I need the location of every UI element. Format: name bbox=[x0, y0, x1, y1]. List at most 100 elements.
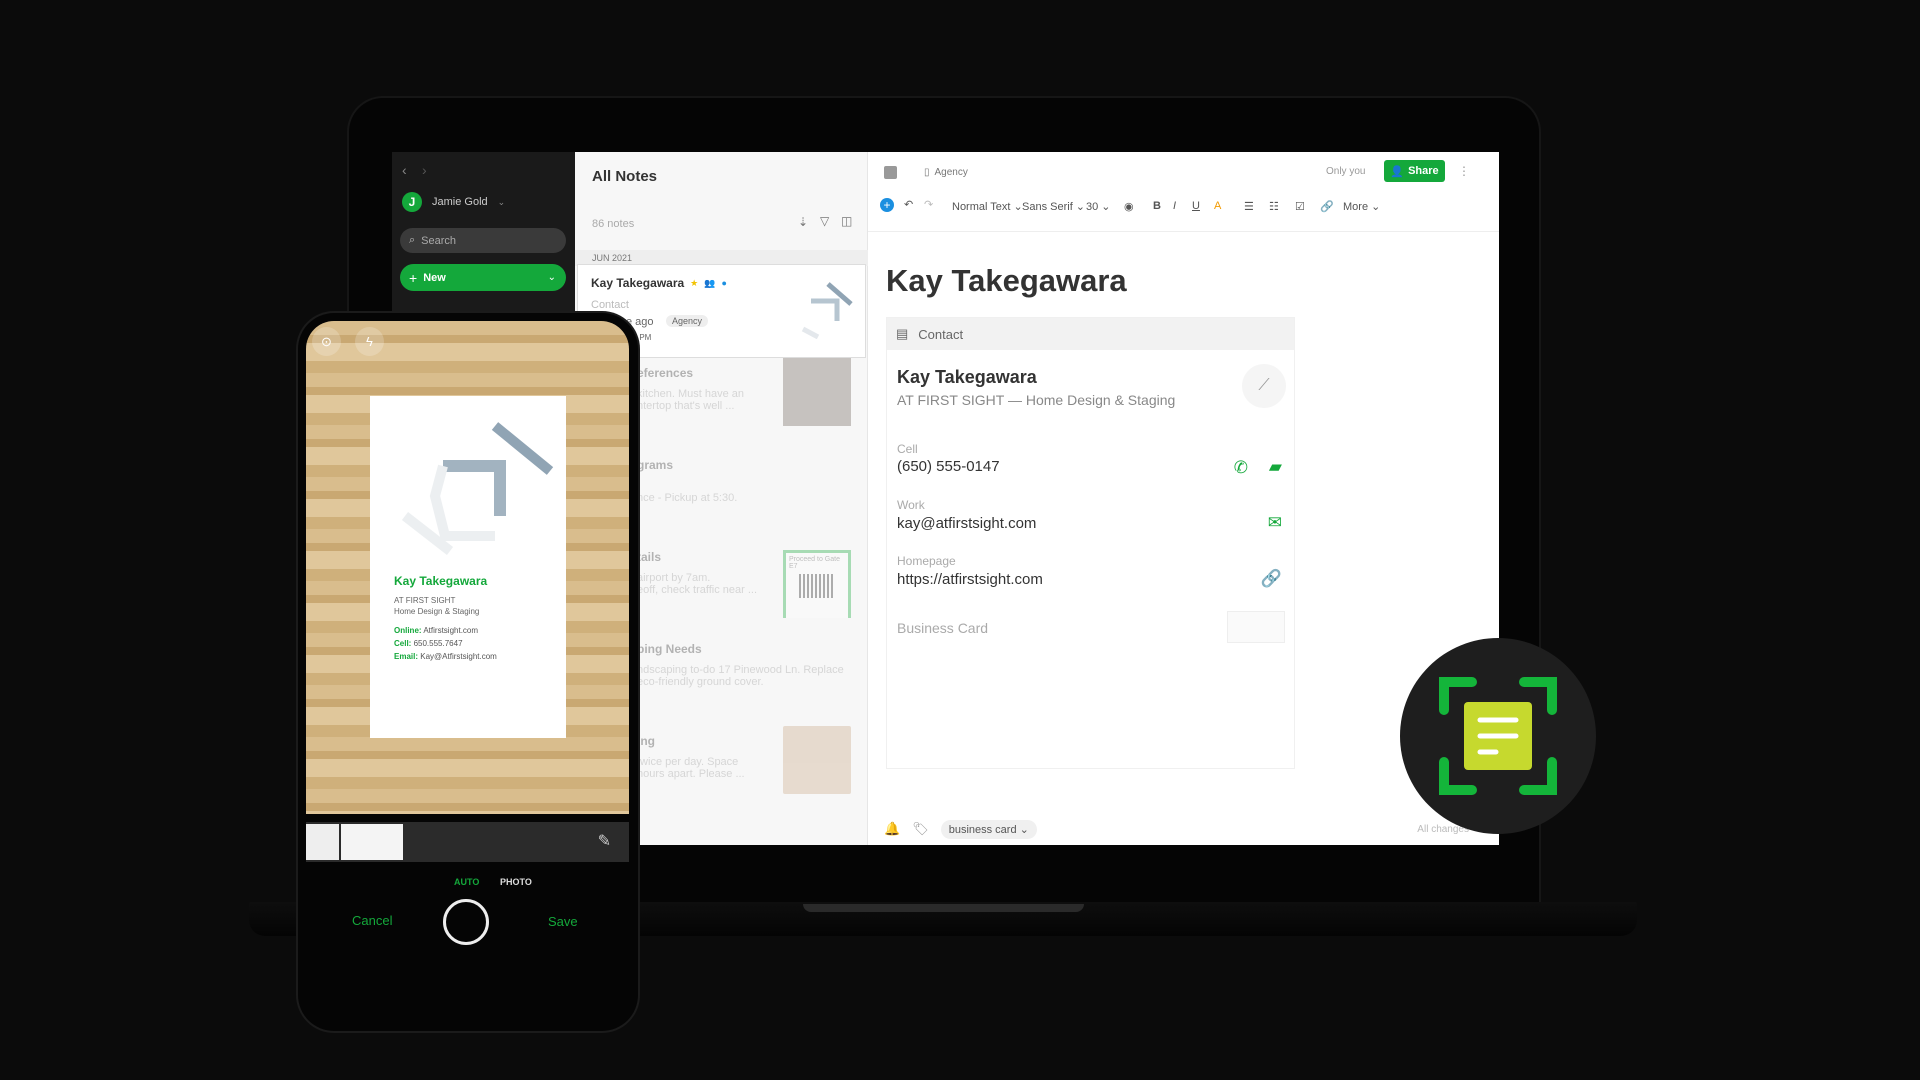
note-item[interactable]: tails airport by 7am. eoff, check traffic … bbox=[637, 550, 757, 596]
notebook-breadcrumb[interactable]: ▯ Agency bbox=[924, 167, 968, 178]
cell-value[interactable]: (650) 555-0147 bbox=[897, 458, 1000, 475]
qr-code bbox=[799, 574, 835, 598]
card-tagline: Home Design & Staging bbox=[394, 607, 480, 616]
note-snippet: ndscaping to-do 17 Pinewood Ln. Replace bbox=[637, 664, 844, 676]
flash-off-icon[interactable]: ϟ bbox=[355, 327, 384, 356]
highlight-icon[interactable]: A bbox=[1214, 200, 1221, 212]
homepage-label: Homepage bbox=[897, 554, 956, 568]
new-label: New bbox=[423, 271, 446, 284]
contact-card-icon: ▤ bbox=[896, 326, 909, 341]
user-name: Jamie Gold bbox=[432, 196, 488, 208]
message-icon[interactable]: ▰ bbox=[1269, 457, 1282, 477]
note-title: ping Needs bbox=[637, 642, 702, 656]
mode-auto[interactable]: AUTO bbox=[454, 877, 479, 887]
link-icon[interactable]: 🔗 bbox=[1261, 569, 1282, 589]
back-icon[interactable]: ‹ bbox=[402, 162, 407, 178]
search-input[interactable]: ⌕ Search bbox=[400, 228, 566, 253]
note-snippet: Contact bbox=[591, 299, 629, 311]
undo-icon[interactable]: ↶ bbox=[904, 198, 913, 211]
text-style-dropdown[interactable]: Normal Text ⌄ bbox=[952, 200, 1023, 213]
contact-company: AT FIRST SIGHT — Home Design & Staging bbox=[897, 392, 1176, 408]
shutter-button[interactable] bbox=[443, 899, 489, 945]
contact-name: Kay Takegawara bbox=[897, 367, 1037, 387]
sort-icon[interactable]: ⇣ bbox=[798, 215, 808, 229]
phone: ⊙ ϟ Kay Takegawara AT FIRST SIGHT Home D… bbox=[298, 313, 638, 1031]
note-snippet: kitchen. Must have an bbox=[637, 388, 745, 400]
share-label: Share bbox=[1408, 165, 1439, 177]
share-button[interactable]: 👤 Share bbox=[1384, 160, 1445, 182]
note-item[interactable]: grams nce - Pickup at 5:30. bbox=[637, 458, 737, 504]
expand-icon[interactable] bbox=[884, 166, 897, 179]
boarding-pass-thumbnail: Proceed to Gate E7 bbox=[783, 550, 851, 618]
notebook-name: Agency bbox=[934, 167, 968, 178]
email-icon[interactable]: ✉ bbox=[1268, 513, 1282, 533]
note-tag[interactable]: Agency bbox=[666, 315, 709, 327]
work-label: Work bbox=[897, 498, 925, 512]
note-title: Kay Takegawara bbox=[591, 276, 685, 290]
search-placeholder: Search bbox=[421, 234, 457, 247]
scan-feature-badge bbox=[1400, 638, 1596, 834]
note-item[interactable]: eferences kitchen. Must have an ntertop th… bbox=[637, 366, 744, 412]
note-snippet: eco-friendly ground cover. bbox=[637, 676, 764, 688]
edit-icon[interactable]: ✎ bbox=[598, 831, 611, 851]
italic-icon[interactable]: I bbox=[1173, 200, 1176, 212]
camera-switch-icon[interactable]: ⊙ bbox=[312, 327, 341, 356]
font-size-dropdown[interactable]: 30 ⌄ bbox=[1086, 200, 1111, 213]
note-title: grams bbox=[637, 458, 674, 472]
work-value[interactable]: kay@atfirstsight.com bbox=[897, 515, 1036, 532]
new-button[interactable]: + New ⌄ bbox=[400, 264, 566, 291]
note-snippet: hours apart. Please ... bbox=[637, 768, 745, 780]
link-icon[interactable]: 🔗 bbox=[1320, 200, 1334, 213]
numbered-list-icon[interactable]: ☷ bbox=[1269, 200, 1279, 213]
tag-chip[interactable]: business card ⌄ bbox=[940, 819, 1037, 839]
redo-icon[interactable]: ↷ bbox=[924, 198, 933, 211]
business-card-thumbnail[interactable] bbox=[1227, 611, 1285, 643]
note-item[interactable]: ing twice per day. Space hours apart. Plea… bbox=[637, 734, 745, 780]
account-switcher[interactable]: J Jamie Gold ⌄ bbox=[402, 192, 505, 212]
card-company: AT FIRST SIGHT bbox=[394, 596, 456, 605]
laptop-notch bbox=[803, 904, 1084, 912]
chevron-down-icon: ⌄ bbox=[497, 196, 506, 207]
font-size-value: 30 bbox=[1086, 201, 1099, 213]
scan-thumbnail[interactable] bbox=[306, 824, 339, 860]
underline-icon[interactable]: U bbox=[1192, 200, 1200, 212]
business-card-label: Business Card bbox=[897, 620, 989, 636]
camera-viewfinder: ⊙ ϟ Kay Takegawara AT FIRST SIGHT Home D… bbox=[306, 321, 629, 814]
save-button[interactable]: Save bbox=[548, 914, 578, 929]
contact-card: ▤ Contact Kay Takegawara AT FIRST SIGHT —… bbox=[886, 317, 1295, 769]
scan-thumbnail[interactable] bbox=[341, 824, 403, 860]
note-count: 86 notes bbox=[592, 218, 635, 230]
tag-label: business card bbox=[948, 823, 1017, 836]
shared-icon: 👥 bbox=[704, 277, 716, 288]
note-title[interactable]: Kay Takegawara bbox=[886, 263, 1127, 299]
chevron-down-icon[interactable]: ⌄ bbox=[548, 272, 556, 283]
note-snippet: airport by 7am. bbox=[637, 572, 711, 584]
note-title: ing bbox=[637, 734, 655, 748]
search-icon: ⌕ bbox=[409, 234, 416, 246]
dog-thumbnail bbox=[783, 726, 851, 794]
forward-icon[interactable]: › bbox=[422, 162, 427, 178]
homepage-value[interactable]: https://atfirstsight.com bbox=[897, 571, 1043, 588]
note-title: eferences bbox=[637, 366, 694, 380]
sharing-status: Only you bbox=[1326, 166, 1366, 177]
reminder-icon[interactable]: 🔔 bbox=[884, 821, 900, 837]
bullet-list-icon[interactable]: ☰ bbox=[1244, 200, 1254, 213]
view-icon[interactable]: ◫ bbox=[841, 214, 852, 228]
checklist-icon[interactable]: ☑ bbox=[1295, 200, 1305, 213]
insert-icon[interactable]: + bbox=[880, 198, 894, 212]
font-dropdown[interactable]: Sans Serif ⌄ bbox=[1022, 200, 1085, 213]
cancel-button[interactable]: Cancel bbox=[352, 913, 392, 928]
more-label: More bbox=[1343, 201, 1369, 213]
more-options-icon[interactable]: ⋮ bbox=[1458, 164, 1470, 178]
phone-call-icon[interactable]: ✆ bbox=[1234, 458, 1248, 478]
qr-caption: Proceed to Gate E7 bbox=[789, 556, 840, 570]
note-item[interactable]: ping Needs ndscaping to-do 17 Pinewood Ln… bbox=[637, 642, 844, 688]
add-tag-icon[interactable]: 🏷 bbox=[912, 821, 929, 837]
contact-header-label: Contact bbox=[918, 326, 964, 342]
more-dropdown[interactable]: More ⌄ bbox=[1343, 200, 1380, 213]
bold-icon[interactable]: B bbox=[1153, 200, 1161, 212]
text-color-icon[interactable]: ◉ bbox=[1124, 200, 1134, 213]
filter-icon[interactable]: ▽ bbox=[820, 214, 829, 228]
logo-thumbnail bbox=[801, 282, 853, 339]
mode-photo[interactable]: PHOTO bbox=[500, 877, 532, 887]
